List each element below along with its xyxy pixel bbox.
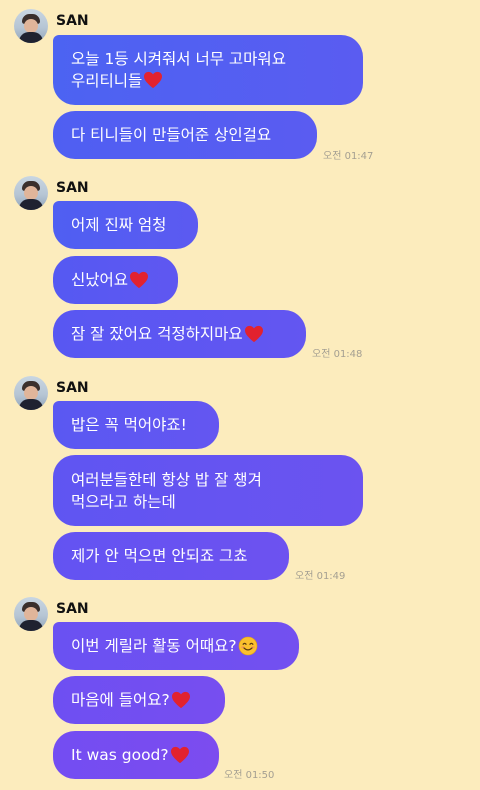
message-timestamp: 오전 01:50 — [224, 770, 275, 781]
sender-name: SAN — [56, 13, 89, 29]
sender-name: SAN — [56, 601, 89, 617]
message-bubble[interactable]: 이번 게릴라 활동 어때요? — [53, 622, 299, 670]
heart-emoji-icon — [130, 271, 149, 289]
avatar[interactable] — [14, 376, 48, 410]
message-line: 우리티니들 — [71, 72, 143, 90]
message-line: 여러분들한테 항상 밥 잘 챙겨 — [71, 470, 262, 489]
message-timestamp: 오전 01:47 — [323, 151, 374, 162]
message-bubble[interactable]: 제가 안 먹으면 안되죠 그쵸 — [53, 532, 289, 580]
smiling-face-emoji-icon — [238, 636, 257, 656]
heart-emoji-icon — [144, 71, 163, 89]
message-bubble[interactable]: 여러분들한테 항상 밥 잘 챙겨 먹으라고 하는데 — [53, 455, 363, 526]
sender-name: SAN — [56, 380, 89, 396]
message-bubble[interactable]: 신났어요 — [53, 256, 178, 304]
message-text: 마음에 들어요? — [71, 691, 170, 709]
message-text: 잠 잘 잤어요 걱정하지마요 — [71, 325, 243, 343]
message-bubble[interactable]: 다 티니들이 만들어준 상인걸요 — [53, 111, 317, 159]
message-bubble[interactable]: 오늘 1등 시켜줘서 너무 고마워요 우리티니들 — [53, 35, 363, 105]
message-line: 오늘 1등 시켜줘서 너무 고마워요 — [71, 50, 286, 68]
message-bubble[interactable]: 밥은 꼭 먹어야죠! — [53, 401, 219, 449]
message-text: 밥은 꼭 먹어야죠! — [71, 416, 187, 434]
heart-emoji-icon — [244, 325, 263, 343]
avatar[interactable] — [14, 597, 48, 631]
message-timestamp: 오전 01:49 — [295, 571, 346, 582]
heart-emoji-icon — [170, 746, 189, 764]
message-text: 다 티니들이 만들어준 상인걸요 — [71, 126, 272, 144]
avatar[interactable] — [14, 9, 48, 43]
message-timestamp: 오전 01:48 — [312, 349, 363, 360]
message-text: 어제 진짜 엄청 — [71, 216, 167, 234]
message-text: 이번 게릴라 활동 어때요? — [71, 637, 237, 655]
message-bubble[interactable]: It was good? — [53, 731, 219, 779]
message-text: 제가 안 먹으면 안되죠 그쵸 — [71, 547, 248, 565]
sender-name: SAN — [56, 180, 89, 196]
heart-emoji-icon — [171, 691, 190, 709]
message-bubble[interactable]: 마음에 들어요? — [53, 676, 225, 724]
avatar[interactable] — [14, 176, 48, 210]
message-line: 먹으라고 하는데 — [71, 492, 176, 511]
message-bubble[interactable]: 잠 잘 잤어요 걱정하지마요 — [53, 310, 306, 358]
message-text: It was good? — [71, 746, 169, 764]
message-bubble[interactable]: 어제 진짜 엄청 — [53, 201, 198, 249]
message-text: 신났어요 — [71, 271, 129, 289]
